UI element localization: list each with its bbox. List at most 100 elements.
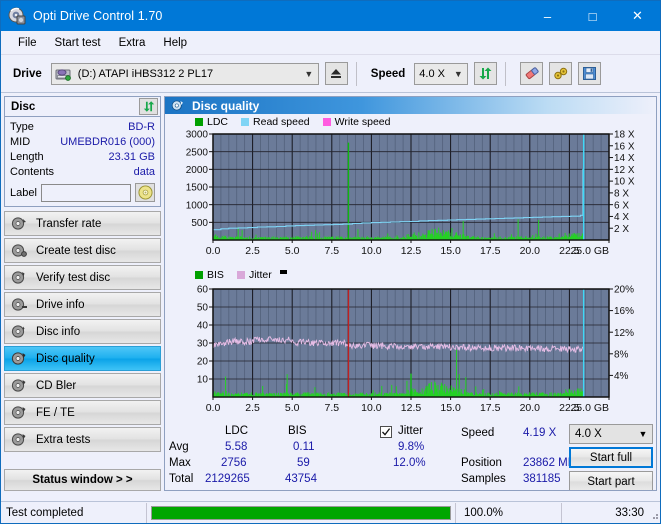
scale-marker-icon (279, 269, 287, 274)
disc-mid-label: MID (10, 136, 31, 148)
sidebar-item-verify-test-disc[interactable]: Verify test disc (4, 265, 161, 290)
status-window-button[interactable]: Status window > > (4, 469, 161, 491)
svg-text:16%: 16% (614, 307, 634, 318)
test-speed-value: 4.0 X (575, 428, 602, 441)
menu-help[interactable]: Help (154, 34, 196, 52)
disc-length-label: Length (10, 151, 44, 163)
close-button[interactable]: ✕ (615, 1, 660, 31)
sidebar-item-label: FE / TE (36, 406, 75, 419)
stat-row-avg-label: Avg (169, 441, 189, 454)
svg-text:12 X: 12 X (614, 165, 635, 176)
start-full-button[interactable]: Start full (569, 447, 653, 469)
sidebar-item-fe-te[interactable]: FE / TE (4, 400, 161, 425)
svg-text:12%: 12% (614, 328, 634, 339)
speed-select[interactable]: 4.0 X ▼ (414, 62, 469, 85)
window-controls: – □ ✕ (525, 1, 660, 31)
disc-mid-value: UMEBDR016 (000) (60, 136, 155, 148)
sidebar-item-disc-info[interactable]: Disc info (4, 319, 161, 344)
erase-button[interactable] (520, 62, 544, 85)
ldc-chart-legend: LDC Read speed Write speed (167, 115, 654, 128)
sidebar-item-label: Disc info (36, 325, 81, 338)
minimize-button[interactable]: – (525, 1, 570, 31)
disc-label-button[interactable] (135, 183, 155, 202)
disc-box-title: Disc (11, 100, 36, 113)
refresh-button[interactable] (474, 62, 498, 85)
eject-button[interactable] (324, 62, 348, 85)
svg-text:15.0: 15.0 (440, 402, 461, 414)
sidebar-item-disc-quality[interactable]: Disc quality (4, 346, 161, 371)
sidebar-item-extra-tests[interactable]: Extra tests (4, 427, 161, 452)
menu-file[interactable]: File (9, 34, 46, 52)
stat-max-bis: 59 (297, 457, 310, 470)
svg-text:5.0: 5.0 (285, 245, 300, 257)
disc-contents-value: data (133, 166, 155, 178)
disc-burn-icon (11, 243, 28, 258)
svg-text:12.5: 12.5 (401, 245, 422, 257)
menu-extra[interactable]: Extra (110, 34, 155, 52)
stat-avg-jitter: 9.8% (398, 441, 425, 454)
sidebar-item-label: Drive info (36, 298, 85, 311)
svg-text:2000: 2000 (186, 165, 209, 176)
svg-text:25.0 GB: 25.0 GB (570, 402, 609, 414)
sidebar-item-create-test-disc[interactable]: Create test disc (4, 238, 161, 263)
save-button[interactable] (578, 62, 602, 85)
disc-contents-label: Contents (10, 166, 55, 178)
sidebar-item-drive-info[interactable]: Drive info (4, 292, 161, 317)
window-title: Opti Drive Control 1.70 (33, 9, 163, 23)
test-speed-select[interactable]: 4.0 X ▼ (569, 424, 653, 445)
svg-text:20: 20 (197, 357, 209, 368)
left-panel: Disc Type BD-R MID UMEBDR016 (000) Lengt… (4, 96, 161, 491)
sidebar-item-label: Transfer rate (36, 217, 102, 230)
jitter-checkbox[interactable] (380, 426, 392, 439)
toolbar-divider-1 (355, 61, 357, 86)
sidebar-item-transfer-rate[interactable]: Transfer rate (4, 211, 161, 236)
svg-text:7.5: 7.5 (324, 402, 339, 414)
menu-start-test[interactable]: Start test (46, 34, 110, 52)
svg-text:17.5: 17.5 (480, 245, 501, 257)
sidebar-item-label: Disc quality (36, 352, 95, 365)
legend-label-bis: BIS (207, 268, 224, 281)
svg-text:20.0: 20.0 (520, 402, 541, 414)
disc-box-header: Disc (5, 97, 160, 117)
drive-info-icon (11, 297, 28, 312)
svg-text:3000: 3000 (186, 130, 209, 141)
chevron-down-icon: ▼ (304, 68, 314, 79)
progress-bar (151, 505, 451, 520)
bis-jitter-chart[interactable]: 60 50 40 30 20 10 20% 16% 12% 8% 4% 0.0 2.5 5.0 7.5 10.… (167, 281, 654, 423)
svg-text:30: 30 (197, 339, 209, 350)
resize-grip-icon[interactable] (649, 510, 659, 520)
status-text: Test completed (6, 506, 84, 519)
refresh-disc-icon (143, 101, 154, 112)
sidebar-item-label: Verify test disc (36, 271, 111, 284)
disc-row-mid: MID UMEBDR016 (000) (10, 135, 155, 150)
svg-text:4%: 4% (614, 371, 629, 382)
stat-col-jitter: Jitter (398, 425, 423, 438)
tools-button[interactable] (549, 62, 573, 85)
disc-label-input[interactable] (40, 183, 131, 202)
svg-text:10: 10 (197, 375, 209, 386)
speed-label: Speed (370, 67, 406, 80)
start-part-button[interactable]: Start part (569, 471, 653, 490)
disc-test-icon (11, 216, 28, 231)
legend-label-read-speed: Read speed (253, 115, 310, 128)
drive-select[interactable]: (D:) ATAPI iHBS312 2 PL17 ▼ (50, 62, 319, 85)
stat-col-ldc: LDC (225, 425, 249, 438)
legend-label-jitter: Jitter (248, 268, 272, 281)
eraser-icon (525, 67, 539, 80)
progress-fill (152, 506, 450, 519)
sidebar-item-cd-bler[interactable]: CD Bler (4, 373, 161, 398)
disc-info-box: Disc Type BD-R MID UMEBDR016 (000) Lengt… (4, 96, 161, 207)
ldc-chart[interactable]: 3000 2500 2000 1500 1000 500 18 X 16 X 14 X 12 X1… (167, 128, 654, 266)
stat-row-total-label: Total (169, 473, 194, 486)
disc-refresh-button[interactable] (139, 98, 158, 115)
disc-quality-panel: Disc quality LDC Read speed Write speed … (164, 96, 657, 491)
app-window: Opti Drive Control 1.70 – □ ✕ File Start… (0, 0, 661, 524)
svg-text:6 X: 6 X (614, 201, 629, 212)
sidebar-item-label: Extra tests (36, 433, 91, 446)
svg-text:10.0: 10.0 (361, 402, 382, 414)
maximize-button[interactable]: □ (570, 1, 615, 31)
sidebar-item-label: Create test disc (36, 244, 116, 257)
refresh-icon (479, 67, 492, 80)
speed-stat-value: 4.19 X (523, 427, 557, 440)
